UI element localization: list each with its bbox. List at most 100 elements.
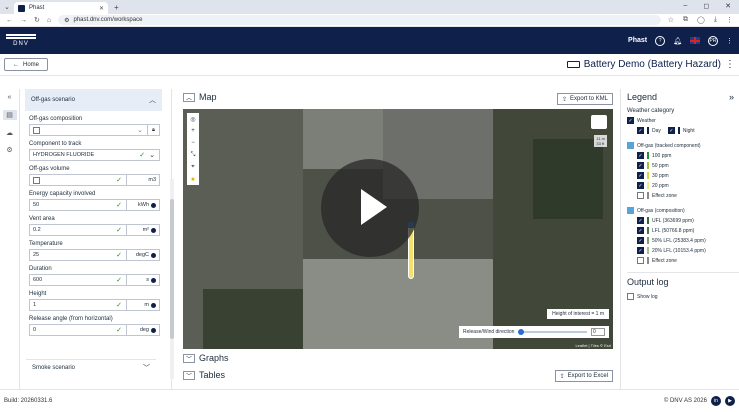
pin-icon[interactable]: ⌖	[191, 161, 194, 173]
composition-select[interactable]: ⌄ 🔒︎	[29, 124, 160, 136]
volume-checkbox[interactable]	[33, 176, 40, 184]
locate-icon[interactable]: ◎	[190, 113, 195, 125]
bookmark-star-icon[interactable]: ☆	[668, 16, 674, 24]
map-view[interactable]: ◎ + − ⤡ ⌖ ★ 11 m 33 ft Height of interes…	[183, 109, 613, 349]
tracked-checkbox[interactable]: ✓	[637, 182, 644, 189]
expand-tables-button[interactable]: ﹀	[183, 370, 195, 380]
vent-area-field[interactable]: 0.2 ✓ m²	[29, 224, 160, 236]
tracked-item[interactable]: ✓ 20 ppm	[637, 182, 739, 189]
cloud-icon[interactable]: ☁	[6, 129, 13, 137]
settings-gear-icon[interactable]: ⚙	[6, 146, 12, 154]
notifications-bell-icon[interactable]: 🔔︎	[673, 37, 682, 45]
zoom-out-button[interactable]: −	[191, 137, 195, 149]
tracked-item[interactable]: Effect zone	[637, 192, 739, 199]
release-angle-field[interactable]: 0 ✓ deg	[29, 324, 160, 336]
tracked-group[interactable]: Off-gas (tracked component)	[627, 142, 739, 149]
new-tab-icon[interactable]: +	[114, 3, 119, 12]
star-icon[interactable]: ★	[190, 173, 195, 185]
composition-checkbox[interactable]	[33, 126, 40, 134]
wind-direction-input[interactable]: 0	[591, 328, 605, 336]
height-unit[interactable]: m	[126, 300, 159, 310]
volume-unit[interactable]: m3	[126, 175, 159, 185]
layers-icon[interactable]	[591, 115, 607, 129]
tab-list-chevron-icon[interactable]: ⌄	[4, 3, 14, 11]
composition-group[interactable]: Off-gas (composition)	[627, 207, 739, 214]
release-angle-unit[interactable]: deg	[126, 325, 159, 335]
night-checkbox[interactable]: ✓	[667, 127, 675, 134]
browser-tab[interactable]: Phast ✕	[14, 2, 108, 14]
linkedin-icon[interactable]: in	[711, 396, 721, 406]
export-excel-button[interactable]: ⇪ Export to Excel	[554, 370, 613, 382]
composition-item[interactable]: Effect zone	[637, 257, 739, 264]
tables-section-header[interactable]: ﹀ Tables	[183, 370, 225, 380]
user-avatar[interactable]: PR	[708, 35, 718, 46]
wind-direction-slider[interactable]	[518, 329, 587, 335]
youtube-icon[interactable]: ▶	[725, 396, 735, 406]
close-tab-icon[interactable]: ✕	[99, 5, 104, 12]
tracked-item[interactable]: ✓ 100 ppm	[637, 152, 739, 159]
tracked-checkbox[interactable]	[637, 192, 644, 199]
volume-field[interactable]: ✓ m3	[29, 174, 160, 186]
show-log-row[interactable]: Show log	[627, 293, 739, 300]
minimize-button[interactable]: –	[683, 2, 687, 10]
home-icon[interactable]: ⌂	[47, 17, 51, 24]
weather-row[interactable]: ✓ Weather	[627, 117, 739, 124]
tracked-checkbox[interactable]: ✓	[637, 162, 644, 169]
url-field[interactable]: ⚙ phast.dnv.com/workspace	[58, 15, 661, 25]
panel-scrollbar[interactable]	[170, 179, 174, 379]
site-info-icon[interactable]: ⚙	[64, 17, 69, 24]
reload-icon[interactable]: ↻	[34, 16, 40, 24]
extensions-icon[interactable]: ⧉	[683, 16, 688, 24]
tracked-checkbox[interactable]: ✓	[637, 152, 644, 159]
weather-checkbox[interactable]: ✓	[627, 117, 634, 124]
duration-field[interactable]: 600 ✓ s	[29, 274, 160, 286]
forward-icon[interactable]: →	[20, 17, 27, 24]
composition-checkbox[interactable]	[637, 257, 644, 264]
profile-icon[interactable]: ◯	[697, 16, 705, 24]
graphs-section-header[interactable]: ﹀ Graphs	[183, 353, 229, 363]
composition-checkbox[interactable]: ✓	[637, 237, 644, 244]
composition-checkbox[interactable]: ✓	[637, 247, 644, 254]
duration-unit[interactable]: s	[126, 275, 159, 285]
video-play-button[interactable]	[321, 159, 419, 257]
energy-unit[interactable]: kWh	[126, 200, 159, 210]
tracked-checkbox[interactable]: ✓	[637, 172, 644, 179]
maximize-button[interactable]: ◻	[703, 2, 709, 10]
composition-checkbox[interactable]: ✓	[637, 227, 644, 234]
composition-checkbox[interactable]: ✓	[637, 217, 644, 224]
smoke-scenario-header[interactable]: Smoke scenario ﹀	[26, 359, 156, 375]
home-button[interactable]: ← Home	[4, 58, 49, 71]
uk-flag-icon[interactable]	[690, 37, 700, 44]
collapse-legend-icon[interactable]: »	[729, 92, 734, 102]
day-checkbox[interactable]: ✓	[637, 127, 644, 134]
zoom-in-button[interactable]: +	[191, 125, 195, 137]
composition-item[interactable]: ✓ LFL (50766.8 ppm)	[637, 227, 739, 234]
expand-graphs-button[interactable]: ﹀	[183, 353, 195, 363]
dnv-logo[interactable]: DNV	[6, 34, 36, 47]
composition-item[interactable]: ✓ 20% LFL (10153.4 ppm)	[637, 247, 739, 254]
tracked-item[interactable]: ✓ 30 ppm	[637, 172, 739, 179]
temperature-field[interactable]: 25 ✓ degC	[29, 249, 160, 261]
temperature-unit[interactable]: degC	[126, 250, 159, 260]
collapse-map-button[interactable]: ︿	[183, 92, 195, 102]
collapse-rail-icon[interactable]: «	[8, 94, 12, 101]
composition-item[interactable]: ✓ 50% LFL (25383.4 ppm)	[637, 237, 739, 244]
measure-icon[interactable]: ⤡	[191, 149, 196, 161]
app-menu-icon[interactable]: ⋮	[726, 37, 733, 45]
browser-menu-icon[interactable]: ⋮	[726, 16, 733, 24]
close-window-button[interactable]: ✕	[725, 2, 731, 10]
show-log-checkbox[interactable]	[627, 293, 634, 300]
downloads-icon[interactable]: ⤓	[714, 16, 717, 24]
composition-item[interactable]: ✓ UFL (363699 ppm)	[637, 217, 739, 224]
vent-area-unit[interactable]: m²	[126, 225, 159, 235]
help-icon[interactable]: ?	[655, 35, 666, 46]
back-icon[interactable]: ←	[6, 17, 13, 24]
height-field[interactable]: 1 ✓ m	[29, 299, 160, 311]
energy-field[interactable]: 50 ✓ kWh	[29, 199, 160, 211]
component-select[interactable]: HYDROGEN FLUORIDE ✓ ⌄	[29, 149, 160, 161]
export-kml-button[interactable]: ⇪ Export to KML	[556, 93, 613, 105]
workspace-menu-icon[interactable]: ⋮	[725, 59, 735, 70]
offgas-scenario-header[interactable]: Off-gas scenario ︿	[25, 89, 162, 111]
scenario-list-icon[interactable]: ▤	[2, 110, 17, 120]
lock-icon[interactable]: 🔒︎	[147, 125, 159, 135]
